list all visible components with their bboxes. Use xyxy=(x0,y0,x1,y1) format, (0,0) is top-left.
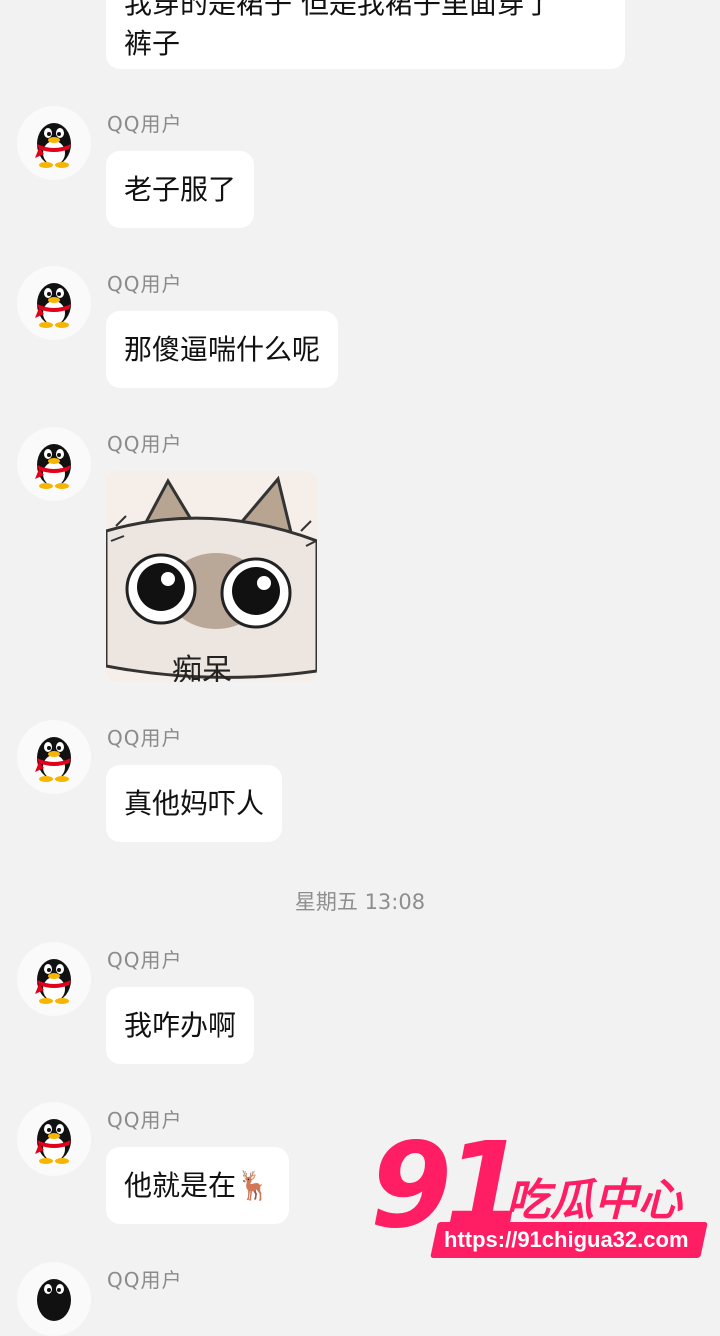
sender-name: QQ用户 xyxy=(107,1268,183,1292)
sticker-image[interactable]: 痴呆 xyxy=(106,471,317,682)
watermark-name: 吃瓜中心 xyxy=(506,1175,682,1226)
sender-name: QQ用户 xyxy=(107,112,183,136)
message-bubble[interactable]: 真他妈吓人 xyxy=(106,765,283,842)
message-text: 他就是在🦌 xyxy=(124,1169,271,1202)
watermark-url: https://91chigua32.com xyxy=(444,1227,689,1252)
avatar[interactable] xyxy=(17,720,91,794)
watermark-url-banner: https://91chigua32.com xyxy=(430,1222,708,1258)
message-text: 那傻逼喘什么呢 xyxy=(124,333,321,366)
qq-penguin-icon xyxy=(35,283,71,328)
qq-penguin-icon xyxy=(35,444,71,489)
watermark-logo: 91 吃瓜中心 https://91chigua32.com xyxy=(370,1116,715,1272)
message-bubble[interactable]: 老子服了 xyxy=(106,151,255,228)
message-text: 真他妈吓人 xyxy=(124,787,265,820)
avatar[interactable] xyxy=(17,106,91,180)
message-bubble[interactable]: 我咋办啊 xyxy=(106,987,255,1064)
message-text-line2: 裤子 xyxy=(124,27,181,60)
message-bubble[interactable]: 他就是在🦌 xyxy=(106,1147,289,1224)
avatar[interactable] xyxy=(17,1262,91,1336)
message-bubble-partial[interactable]: 我穿的是裙子 但是我裙子里面穿了 裤子 xyxy=(106,0,625,69)
sender-name: QQ用户 xyxy=(107,948,183,972)
sender-name: QQ用户 xyxy=(107,272,183,296)
timestamp: 星期五 13:08 xyxy=(294,890,426,914)
message-text: 老子服了 xyxy=(124,173,237,206)
qq-penguin-icon xyxy=(35,1119,71,1164)
message-text: 我咋办啊 xyxy=(124,1009,237,1042)
avatar[interactable] xyxy=(17,1102,91,1176)
qq-penguin-icon xyxy=(35,959,71,1004)
message-bubble[interactable]: 那傻逼喘什么呢 xyxy=(106,311,339,388)
sender-name: QQ用户 xyxy=(107,432,183,456)
sender-name: QQ用户 xyxy=(107,726,183,750)
message-text-line1: 我穿的是裙子 但是我裙子里面穿了 xyxy=(124,0,553,20)
sender-name: QQ用户 xyxy=(107,1108,183,1132)
avatar[interactable] xyxy=(17,427,91,501)
avatar[interactable] xyxy=(17,942,91,1016)
qq-penguin-icon xyxy=(37,1279,71,1321)
qq-penguin-icon xyxy=(35,737,71,782)
qq-penguin-icon xyxy=(35,123,71,168)
sticker-caption: 痴呆 xyxy=(172,653,232,682)
avatar[interactable] xyxy=(17,266,91,340)
